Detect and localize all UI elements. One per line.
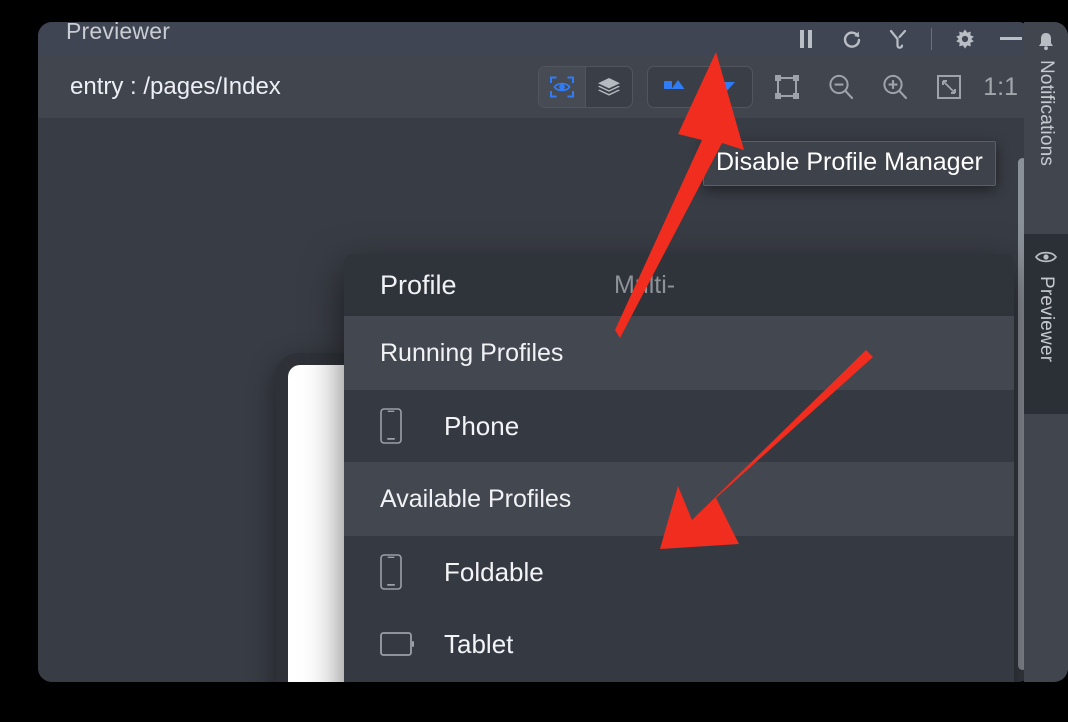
right-tool-sidebar: Notifications Previewer [1024,22,1068,682]
window-title-bar: Previewer [38,22,1032,56]
inspect-mode-button[interactable] [539,67,586,107]
layers-button[interactable] [586,67,632,107]
settings-gear-icon[interactable] [952,22,978,56]
bounding-box-button[interactable] [767,67,807,107]
profile-panel-title: Profile [380,269,457,300]
tablet-icon [380,630,424,658]
profile-panel-header: Profile Multi- [344,254,1014,316]
bell-icon [1036,30,1056,52]
phone-icon [380,554,424,590]
fit-to-screen-button[interactable] [929,67,969,107]
window-title: Previewer [66,22,171,44]
profile-label: Tablet [444,628,514,659]
profile-manager-panel: Profile Multi- Running Profiles Phone Av… [344,254,1014,682]
section-header-available: Available Profiles [344,462,1014,536]
toolbar-actions: 1:1 [538,66,1022,108]
sidebar-item-notifications[interactable]: Notifications [1024,22,1068,234]
profile-row-phone[interactable]: Phone [344,390,1014,462]
zoom-ratio-label[interactable]: 1:1 [983,73,1022,102]
profile-row-foldable[interactable]: Foldable [344,536,1014,608]
previewer-toolbar: entry : /pages/Index 1:1 [38,56,1032,119]
profile-panel-subtitle: Multi- [614,270,676,299]
zoom-out-button[interactable] [821,67,861,107]
zoom-in-button[interactable] [875,67,915,107]
minimize-icon[interactable] [998,22,1024,56]
pause-icon[interactable] [793,22,819,56]
sidebar-label-previewer: Previewer [1036,276,1057,363]
filter-icon[interactable] [885,22,911,56]
window-title-bar-icons [793,22,1024,56]
refresh-icon[interactable] [839,22,865,56]
eye-icon [1034,246,1058,268]
toolbar-divider [931,28,932,50]
sidebar-filler [1024,414,1068,682]
section-header-running: Running Profiles [344,316,1014,390]
phone-icon [380,408,424,444]
profile-row-tablet[interactable]: Tablet [344,608,1014,680]
profile-manager-button[interactable] [654,68,696,106]
entry-path-label: entry : /pages/Index [70,73,281,100]
tooltip-disable-profile-manager: Disable Profile Manager [703,141,996,186]
preview-canvas: Profile Multi- Running Profiles Phone Av… [38,118,1032,682]
previewer-window: Previewer entry: /pages/Index 1:1 Profi… [38,22,1032,682]
profile-manager-group [647,66,754,108]
sidebar-item-previewer[interactable]: Previewer [1024,234,1068,414]
inspect-layers-group [538,66,634,108]
profile-label: Foldable [444,556,544,587]
profile-label: Phone [444,410,520,441]
profile-dropdown-button[interactable] [704,68,746,106]
sidebar-label-notifications: Notifications [1036,60,1057,167]
screenshot-root: Previewer entry: /pages/Index 1:1 Profi… [0,0,1068,722]
